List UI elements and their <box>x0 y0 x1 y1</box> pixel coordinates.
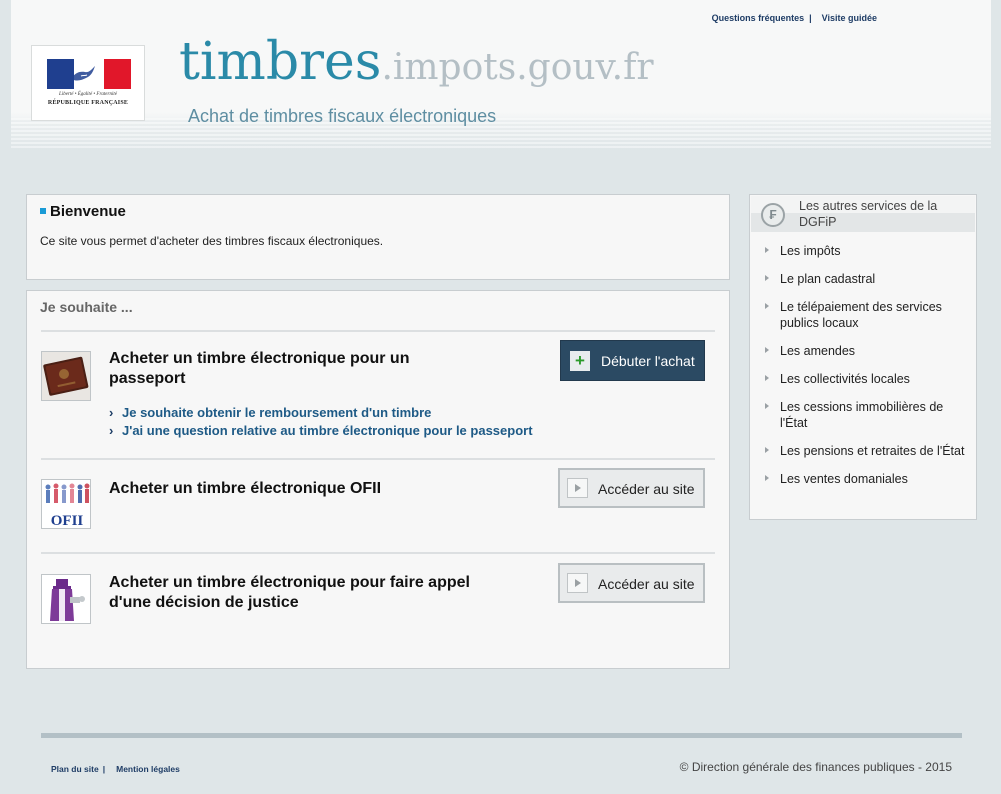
welcome-text: Ce site vous permet d'acheter des timbre… <box>40 234 384 248</box>
sidebar-item-pensions[interactable]: Les pensions et retraites de l'État <box>764 443 969 459</box>
justice-icon <box>41 574 91 624</box>
ofii-icon-text: OFII <box>51 513 84 529</box>
passport-question-link-text: J'ai une question relative au timbre éle… <box>122 423 533 438</box>
faq-link[interactable]: Questions fréquentes <box>712 13 805 23</box>
wish-heading: Je souhaite ... <box>40 299 133 315</box>
passport-question-link[interactable]: › J'ai une question relative au timbre él… <box>109 422 533 440</box>
brand-domain: .impots.gouv.fr <box>381 47 654 88</box>
sidebar-list: Les impôts Le plan cadastral Le télépaie… <box>764 243 969 499</box>
access-site-justice-button[interactable]: Accéder au site <box>558 563 705 603</box>
divider <box>41 330 715 332</box>
start-purchase-label: Débuter l'achat <box>601 353 695 369</box>
sitemap-link[interactable]: Plan du site <box>51 764 99 774</box>
play-icon <box>567 478 588 498</box>
ofii-icon: OFII <box>41 479 91 529</box>
legal-mentions-link[interactable]: Mention légales <box>116 764 180 774</box>
guided-tour-link[interactable]: Visite guidée <box>822 13 877 23</box>
triangle-right-icon <box>765 347 769 353</box>
refund-link-text: Je souhaite obtenir le remboursement d'u… <box>122 405 432 420</box>
sidebar-title: Les autres services de la DGFiP <box>799 199 938 229</box>
sidebar-item-label: Les ventes domaniales <box>780 472 908 486</box>
sidebar-item-label: Les amendes <box>780 344 856 358</box>
plus-icon: + <box>570 351 590 371</box>
site-brand[interactable]: timbres.impots.gouv.fr <box>179 36 654 88</box>
chevron-right-icon: › <box>109 405 114 420</box>
triangle-right-icon <box>765 247 769 253</box>
access-site-ofii-button[interactable]: Accéder au site <box>558 468 705 508</box>
sidebar-item-collectivites[interactable]: Les collectivités locales <box>764 371 969 387</box>
sidebar-header: ₣ Les autres services de la DGFiP <box>751 196 975 232</box>
copyright: © Direction générale des finances publiq… <box>679 760 952 774</box>
header-stripes <box>11 118 991 150</box>
triangle-right-icon <box>765 447 769 453</box>
footer-links: Plan du site | Mention légales <box>51 764 180 774</box>
access-site-label: Accéder au site <box>598 576 695 592</box>
brand-main: timbres <box>179 32 382 92</box>
passport-links: › Je souhaite obtenir le remboursement d'… <box>109 404 533 440</box>
link-separator: | <box>809 13 812 23</box>
wish-panel: Je souhaite ... Acheter un timbre électr… <box>26 290 730 669</box>
welcome-title-text: Bienvenue <box>50 203 126 220</box>
access-site-label: Accéder au site <box>598 481 695 497</box>
republique-francaise-logo[interactable]: Liberté • Égalité • Fraternité RÉPUBLIQU… <box>31 45 145 121</box>
logo-country: RÉPUBLIQUE FRANÇAISE <box>47 100 129 106</box>
triangle-right-icon <box>765 303 769 309</box>
play-icon <box>567 573 588 593</box>
divider <box>41 552 715 554</box>
link-separator: | <box>102 764 106 774</box>
site-tagline: Achat de timbres fiscaux électroniques <box>188 106 497 126</box>
sidebar-item-telepaiement[interactable]: Le télépaiement des services publics loc… <box>764 299 969 331</box>
start-purchase-button[interactable]: + Débuter l'achat <box>560 340 705 381</box>
footer-bar <box>41 733 962 738</box>
sidebar-item-label: Le télépaiement des services publics loc… <box>780 300 942 330</box>
divider <box>41 458 715 460</box>
sidebar-item-label: Les pensions et retraites de l'État <box>780 444 965 458</box>
sidebar-item-impots[interactable]: Les impôts <box>764 243 969 259</box>
sidebar-item-label: Les cessions immobilières de l'État <box>780 400 944 430</box>
franc-coin-icon: ₣ <box>761 203 785 227</box>
chevron-right-icon: › <box>109 423 114 438</box>
sidebar-item-ventes[interactable]: Les ventes domaniales <box>764 471 969 487</box>
sidebar-item-label: Les impôts <box>780 244 841 258</box>
sidebar-item-cadastre[interactable]: Le plan cadastral <box>764 271 969 287</box>
top-links: Questions fréquentes | Visite guidée <box>712 13 877 23</box>
passport-item-title: Acheter un timbre électronique pour un p… <box>109 350 410 387</box>
site-header: Questions fréquentes | Visite guidée Liber… <box>11 0 991 150</box>
bullet-square-icon <box>40 208 46 214</box>
sidebar-item-label: Le plan cadastral <box>780 272 876 286</box>
sidebar-item-amendes[interactable]: Les amendes <box>764 343 969 359</box>
logo-motto: Liberté • Égalité • Fraternité <box>59 92 117 97</box>
justice-item-title: Acheter un timbre électronique pour fair… <box>109 574 470 611</box>
triangle-right-icon <box>765 375 769 381</box>
triangle-right-icon <box>765 403 769 409</box>
refund-link[interactable]: › Je souhaite obtenir le remboursement d'… <box>109 404 533 422</box>
welcome-panel: Bienvenue Ce site vous permet d'acheter … <box>26 194 730 280</box>
marianne-flag-icon <box>47 59 131 89</box>
triangle-right-icon <box>765 475 769 481</box>
sidebar-item-cessions[interactable]: Les cessions immobilières de l'État <box>764 399 969 431</box>
sidebar-item-label: Les collectivités locales <box>780 372 910 386</box>
triangle-right-icon <box>765 275 769 281</box>
dgfip-services-sidebar: ₣ Les autres services de la DGFiP Les im… <box>749 194 977 520</box>
passport-icon <box>41 351 91 401</box>
welcome-title: Bienvenue <box>40 203 126 220</box>
ofii-item-title: Acheter un timbre électronique OFII <box>109 480 382 497</box>
